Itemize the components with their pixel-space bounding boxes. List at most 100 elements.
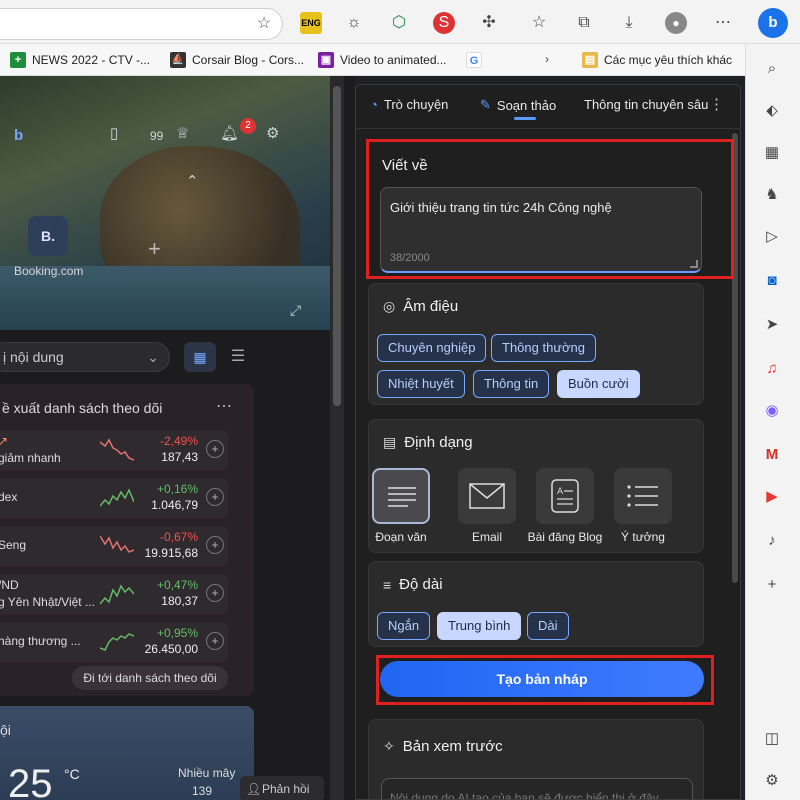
chevron-down-icon: ⌄: [147, 349, 159, 365]
collections-icon[interactable]: ⧉: [573, 12, 595, 34]
list-icon: [614, 468, 672, 524]
dropdown-label: ị nội dung: [3, 349, 64, 365]
search-icon[interactable]: ⌕: [761, 58, 783, 80]
play-icon[interactable]: ▷: [761, 226, 783, 248]
tone-option-thong-tin[interactable]: Thông tin: [473, 370, 550, 398]
format-title: ▤ Định dạng: [383, 434, 473, 451]
phone-icon[interactable]: ▯: [110, 124, 118, 144]
youtube-icon[interactable]: ▶: [761, 486, 783, 508]
feedback-button[interactable]: 👤︎ Phản hồi: [240, 776, 324, 800]
red-s-icon[interactable]: S: [433, 12, 455, 34]
bookmark-news[interactable]: + NEWS 2022 - CTV -...: [10, 52, 150, 68]
format-label: Định dạng: [404, 434, 473, 451]
profile-icon[interactable]: ●: [665, 12, 687, 34]
scrollbar-thumb[interactable]: [333, 86, 341, 406]
eng-icon[interactable]: ENG: [300, 12, 322, 34]
length-option-medium[interactable]: Trung bình: [437, 612, 522, 640]
outlook-icon[interactable]: ◙: [761, 270, 783, 292]
bing-logo-icon[interactable]: b: [14, 126, 23, 146]
format-option-blog[interactable]: A Bài đăng Blog: [525, 468, 605, 544]
add-stock-icon[interactable]: +: [206, 632, 224, 650]
stock-row[interactable]: Seng -0,67% 19.915,68 +: [0, 526, 228, 566]
games-icon[interactable]: ♞: [761, 184, 783, 206]
copilot-icon[interactable]: b: [758, 8, 788, 38]
length-title: ≡ Độ dài: [383, 576, 443, 593]
stock-row[interactable]: dex +0,16% 1.046,79 +: [0, 478, 228, 518]
add-stock-icon[interactable]: +: [206, 440, 224, 458]
length-option-short[interactable]: Ngắn: [377, 612, 431, 640]
preview-section: ✧ Bản xem trước Nội dung do AI tạo của b…: [368, 719, 704, 799]
add-site-icon[interactable]: +: [148, 236, 161, 262]
bookmark-video[interactable]: ▣ Video to animated...: [318, 52, 447, 68]
sparkline: [100, 488, 134, 507]
settings-gear-icon[interactable]: ⚙: [266, 124, 279, 144]
music-icon[interactable]: ♫: [761, 358, 783, 380]
grid-view-icon[interactable]: ▦: [184, 342, 216, 372]
chevron-up-icon[interactable]: ⌃: [186, 172, 199, 192]
puzzle-icon[interactable]: ✣: [478, 12, 500, 34]
tone-option-buon-cuoi[interactable]: Buồn cười: [557, 370, 640, 398]
watchlist-title: ề xuất danh sách theo dõi: [2, 400, 163, 416]
stock-value: 19.915,68: [144, 546, 198, 560]
bookmark-other-folder[interactable]: ▤ Các mục yêu thích khác: [582, 52, 732, 68]
stock-change: -0,67%: [159, 530, 198, 544]
stock-row[interactable]: hàng thương ... +0,95% 26.450,00 +: [0, 622, 228, 662]
trophy-icon[interactable]: ♕: [176, 124, 189, 144]
stock-change: -2,49%: [159, 434, 198, 448]
more-icon[interactable]: ⋯: [712, 12, 734, 34]
stock-row[interactable]: ↗ giảm nhanh -2,49% 187,43 +: [0, 430, 228, 470]
stock-row[interactable]: /ND g Yên Nhật/Việt ... +0,47% 180,37 +: [0, 574, 228, 614]
tiktok-icon[interactable]: ♪: [761, 530, 783, 552]
add-stock-icon[interactable]: +: [206, 488, 224, 506]
tone-option-nhiet-huyet[interactable]: Nhiệt huyết: [377, 370, 465, 398]
booking-label: Booking.com: [14, 264, 84, 278]
chevron-right-icon[interactable]: ›: [545, 52, 549, 66]
add-stock-icon[interactable]: +: [206, 584, 224, 602]
list-view-icon[interactable]: ☰: [226, 342, 250, 372]
send-icon[interactable]: ➤: [761, 314, 783, 336]
tone-section: ◎ Âm điệu Chuyên nghiệp Thông thường Nhi…: [368, 283, 704, 405]
length-option-long[interactable]: Dài: [527, 612, 569, 640]
svg-text:A: A: [557, 487, 564, 497]
gmail-icon[interactable]: M: [761, 444, 783, 466]
sun-icon[interactable]: ☼: [343, 12, 365, 34]
highlight-box: [366, 139, 734, 279]
format-label: Đoạn văn: [375, 530, 427, 544]
goto-watchlist-button[interactable]: Đi tới danh sách theo dõi: [72, 666, 228, 690]
more-icon[interactable]: ⋯: [216, 396, 232, 416]
format-option-email[interactable]: Email: [457, 468, 517, 544]
add-stock-icon[interactable]: +: [206, 536, 224, 554]
tag-icon[interactable]: ⬖: [761, 100, 783, 122]
sidebar-toggle-icon[interactable]: ◫: [761, 728, 783, 750]
expand-icon[interactable]: ⤢: [290, 302, 301, 319]
messenger-icon[interactable]: ◉: [761, 400, 783, 422]
content-dropdown[interactable]: ị nội dung ⌄: [0, 342, 170, 372]
tone-option-chuyen-nghiep[interactable]: Chuyên nghiệp: [377, 334, 487, 362]
tone-option-thong-thuong[interactable]: Thông thường: [491, 334, 597, 362]
settings-gear-icon[interactable]: ⚙: [761, 770, 783, 792]
tab-compose[interactable]: ✎ Soạn thảo: [480, 97, 556, 113]
booking-tile[interactable]: B.: [28, 216, 68, 256]
stock-change: +0,95%: [156, 626, 198, 640]
format-option-ideas[interactable]: Ý tưởng: [613, 468, 673, 544]
more-vertical-icon[interactable]: ⋮: [709, 95, 724, 113]
format-section: ▤ Định dạng Đoạn văn Email A Bài đăng Bl…: [368, 419, 704, 553]
tab-insights[interactable]: Thông tin chuyên sâu: [584, 97, 708, 112]
toolbox-icon[interactable]: ▦: [761, 142, 783, 164]
add-icon[interactable]: +: [761, 574, 783, 596]
format-option-paragraph[interactable]: Đoạn văn: [371, 468, 431, 544]
feedback-label: Phản hồi: [262, 782, 310, 796]
favorites-icon[interactable]: ☆: [528, 12, 550, 34]
page-scrollbar[interactable]: [330, 76, 344, 800]
format-icon: ▤: [383, 434, 397, 450]
sparkline: [100, 535, 134, 553]
star-plus-icon[interactable]: ☆: [254, 14, 274, 34]
colorwheel-icon[interactable]: ⬡: [388, 12, 410, 34]
address-bar[interactable]: ☆: [0, 8, 283, 40]
bookmark-google[interactable]: G: [466, 52, 482, 68]
download-icon[interactable]: ⤓: [618, 12, 640, 34]
bell-icon[interactable]: 🔔︎: [220, 124, 239, 144]
tab-label: Thông tin chuyên sâu: [584, 97, 709, 112]
tab-chat[interactable]: ◔ Trò chuyện: [370, 97, 448, 112]
bookmark-corsair[interactable]: ⛵ Corsair Blog - Cors...: [170, 52, 304, 68]
